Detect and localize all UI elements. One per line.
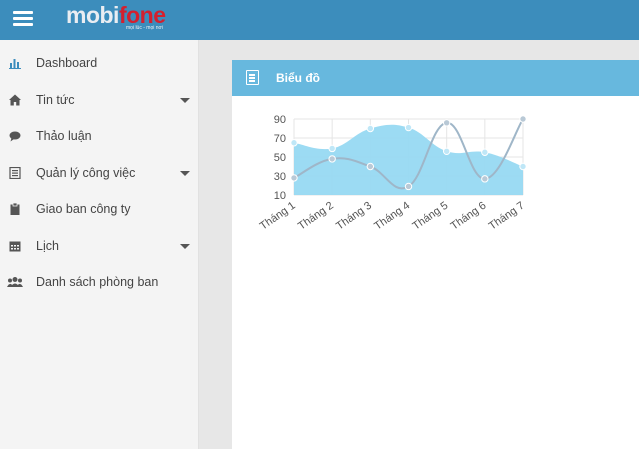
x-tick-label: Tháng 4 [372,200,412,233]
x-tick-label: Tháng 2 [296,200,336,233]
sidebar-item-label: Quản lý công việc [36,166,136,180]
menu-toggle-icon[interactable] [13,11,33,27]
chart-x-axis: Tháng 1Tháng 2Tháng 3Tháng 4Tháng 5Tháng… [258,200,527,233]
area-series-point [290,139,298,147]
line-series-point [290,174,298,182]
line-series-point [404,182,413,191]
sidebar: Dashboard Tin tức Thảo luận Quản lý công… [0,40,199,449]
sidebar-item-giao-ban-cong-ty[interactable]: Giao ban công ty [0,192,199,226]
x-tick-label: Tháng 7 [487,200,527,233]
x-tick-label: Tháng 1 [258,200,298,233]
sidebar-item-label: Dashboard [36,56,98,70]
area-series-point [442,147,451,155]
line-series-point [519,115,527,123]
logo-tagline: mọi lúc - mọi nơi [126,25,163,31]
y-tick-label: 70 [274,133,286,145]
y-tick-label: 30 [274,171,286,183]
users-icon [7,277,23,287]
sidebar-item-tin-tuc[interactable]: Tin tức [0,83,199,117]
chevron-down-icon [180,98,190,103]
sidebar-item-label: Giao ban công ty [36,202,131,216]
list-icon [246,70,259,85]
line-series-point [366,162,375,171]
area-series-point [404,123,413,132]
bar-chart-icon [9,59,21,69]
top-navbar: mobifone mọi lúc - mọi nơi [0,0,639,40]
area-series-point [366,124,375,133]
y-tick-label: 90 [274,114,286,126]
sidebar-item-dashboard[interactable]: Dashboard [0,46,199,80]
chart-y-axis: 10 30 50 70 90 [274,114,286,202]
chevron-down-icon [180,244,190,249]
main-content: Biểu đồ 10 30 50 70 90 Tháng 1 Tháng 2 Tháng 3… [232,60,639,449]
y-tick-label: 50 [274,152,286,164]
line-series-point [442,119,451,127]
area-series-point [328,144,336,153]
x-tick-label: Tháng 3 [334,200,374,233]
x-tick-label: Tháng 6 [449,200,489,233]
sidebar-item-label: Tin tức [36,93,75,107]
brand-logo[interactable]: mobifone mọi lúc - mọi nơi [62,2,186,32]
sidebar-item-label: Lịch [36,239,59,253]
sidebar-item-lich[interactable]: Lịch [0,229,199,263]
sidebar-item-quan-ly-cong-viec[interactable]: Quản lý công việc [0,156,199,190]
chevron-down-icon [180,171,190,176]
home-icon [9,94,21,106]
sidebar-item-label: Danh sách phòng ban [36,275,159,289]
line-series-point [481,175,489,183]
sidebar-item-thao-luan[interactable]: Thảo luận [0,119,199,153]
area-series-point [481,148,489,156]
area-series-point [519,162,527,171]
sidebar-item-label: Thảo luận [36,129,92,143]
panel-header: Biểu đồ [232,60,639,96]
y-tick-label: 10 [274,190,286,202]
sidebar-item-danh-sach-phong-ban[interactable]: Danh sách phòng ban [0,265,199,299]
logo-text-mobi: mobi [66,2,119,28]
calendar-icon [9,241,21,252]
chart: 1030507090 Tháng 1Tháng 2Tháng 3Tháng 4T… [258,114,527,233]
x-tick-label: Tháng 5 [410,200,450,233]
line-series-point [328,155,336,163]
comment-icon [9,131,21,142]
clipboard-icon [10,203,20,215]
list-icon [9,167,21,179]
panel-title: Biểu đồ [276,71,320,85]
